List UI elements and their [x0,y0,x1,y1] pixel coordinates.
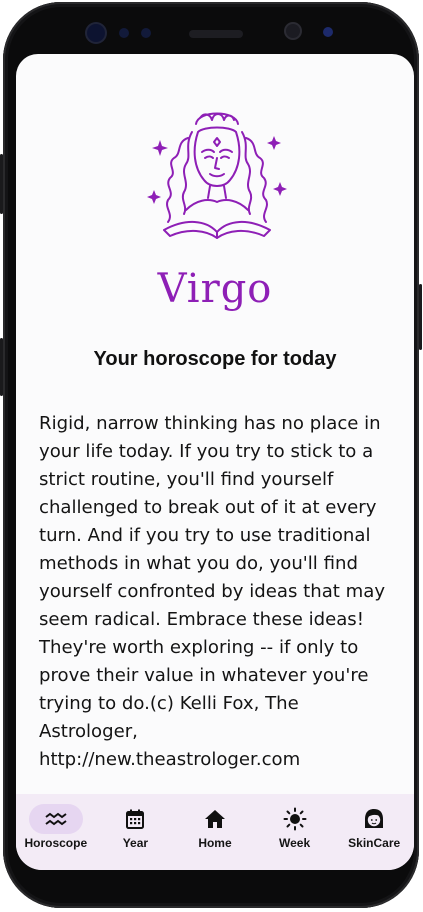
nav-label-year: Year [122,836,149,850]
volume-down-button [0,338,3,396]
nav-active-indicator [28,804,83,834]
app-screen: Virgo Your horoscope for today Rigid, na… [16,54,414,870]
nav-item-skincare[interactable]: SkinCare [338,794,410,850]
nav-item-year[interactable]: Year [99,794,171,850]
virgo-maiden-illustration [147,112,287,239]
nav-label-horoscope: Horoscope [24,836,88,850]
aquarius-waves-icon [45,812,67,826]
calendar-icon [126,809,145,829]
horoscope-text: Rigid, narrow thinking has no place in y… [39,413,386,770]
nav-label-skincare: SkinCare [348,836,401,850]
proximity-sensor-icon [119,28,129,38]
bottom-navigation: Horoscope Year Home Week SkinCare [16,794,414,870]
nav-label-week: Week [279,836,311,850]
nav-item-home[interactable]: Home [179,794,251,850]
nav-item-week[interactable]: Week [259,794,331,850]
front-sensor-icon [87,24,105,42]
front-camera-icon [286,24,300,38]
nav-item-horoscope[interactable]: Horoscope [20,794,92,850]
volume-up-button [0,154,3,214]
sign-title: Virgo [157,266,273,312]
home-icon [204,810,225,828]
iris-sensor-icon [323,27,333,37]
page-heading: Your horoscope for today [93,348,337,370]
nav-label-home: Home [198,836,232,850]
face-icon [365,809,384,828]
power-button [419,284,422,350]
earpiece-speaker [189,30,243,38]
sun-icon [283,807,307,831]
light-sensor-icon [141,28,151,38]
phone-frame: Virgo Your horoscope for today Rigid, na… [0,2,422,908]
